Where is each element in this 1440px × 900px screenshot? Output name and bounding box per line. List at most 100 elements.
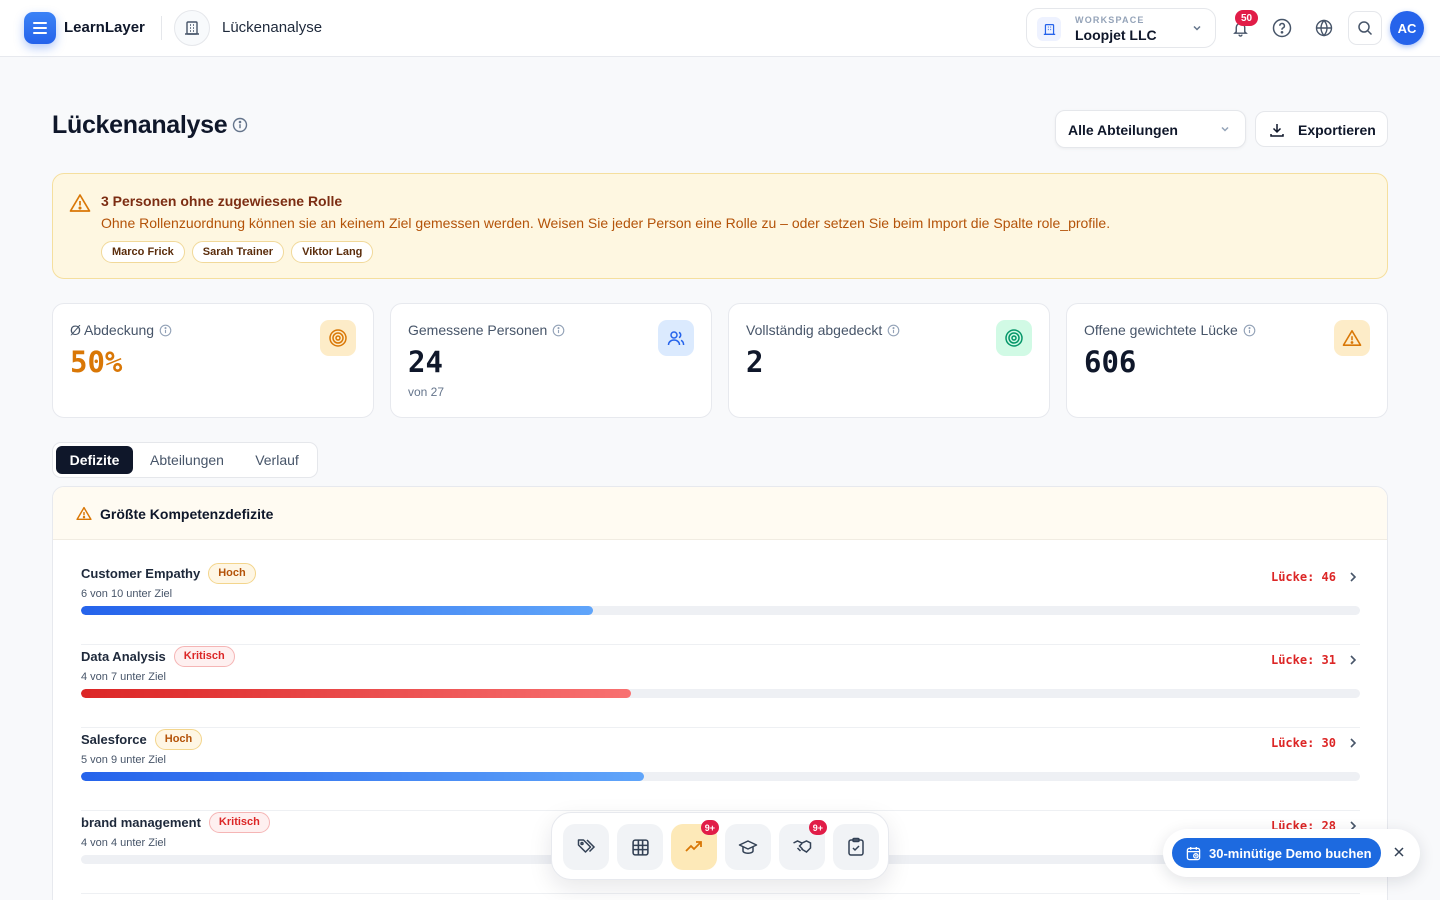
deficit-row[interactable]: Customer Empathy Hoch 6 von 10 unter Ziel… <box>81 562 1360 645</box>
stat-label: Offene gewichtete Lücke <box>1084 322 1238 338</box>
download-icon <box>1270 124 1284 137</box>
info-icon[interactable] <box>159 324 172 337</box>
notification-badge: 50 <box>1235 10 1258 26</box>
export-button[interactable]: Exportieren <box>1255 111 1388 147</box>
target-icon <box>320 320 356 356</box>
gap-value: Lücke: 30 <box>1270 736 1336 750</box>
search-button[interactable] <box>1348 11 1382 45</box>
severity-badge: Kritisch <box>173 645 235 667</box>
department-filter[interactable]: Alle Abteilungen <box>1055 110 1246 148</box>
stat-value: 24 <box>408 345 443 379</box>
deficit-row[interactable]: Salesforce Hoch 5 von 9 unter Ziel Lücke:… <box>81 728 1360 811</box>
coverage-bar-fill <box>81 689 631 698</box>
dock-badge: 9+ <box>700 820 719 835</box>
search-icon <box>1358 21 1373 36</box>
stat-card-measured: Gemessene Personen 24 von 27 <box>390 303 712 418</box>
skill-name: Customer Empathy <box>81 565 201 581</box>
globe-icon[interactable] <box>1310 14 1338 42</box>
export-label: Exportieren <box>1298 122 1376 138</box>
severity-badge: Hoch <box>154 728 203 750</box>
info-icon[interactable] <box>887 324 900 337</box>
stat-value: 606 <box>1084 345 1137 379</box>
severity-badge: Hoch <box>208 562 256 584</box>
chevron-right-icon <box>1350 738 1357 748</box>
workspace-name: Loopjet LLC <box>1075 27 1157 43</box>
dock-tasks-button[interactable] <box>833 824 879 870</box>
help-icon[interactable] <box>1268 14 1296 42</box>
dock-tags-button[interactable] <box>563 824 609 870</box>
info-icon[interactable] <box>1243 324 1256 337</box>
warning-icon <box>69 194 91 212</box>
book-demo-button[interactable]: 30-minütige Demo buchen <box>1172 838 1381 868</box>
building-icon <box>1037 17 1061 41</box>
stat-sub: von 27 <box>408 385 445 399</box>
stat-label: Vollständig abgedeckt <box>746 322 883 338</box>
chevron-down-icon <box>1221 126 1229 132</box>
department-filter-label: Alle Abteilungen <box>1068 122 1178 138</box>
chevron-right-icon <box>1350 655 1357 665</box>
deficit-row[interactable]: Data Analysis Kritisch 4 von 7 unter Ziel… <box>81 645 1360 728</box>
stat-card-fully-covered: Vollständig abgedeckt 2 <box>728 303 1050 418</box>
stat-card-coverage: Ø Abdeckung 50% <box>52 303 374 418</box>
divider <box>161 16 162 40</box>
workspace-kicker: WORKSPACE <box>1075 15 1145 25</box>
gap-value: Lücke: 31 <box>1270 653 1336 667</box>
stat-label: Ø Abdeckung <box>70 322 155 338</box>
stat-label: Gemessene Personen <box>408 322 548 338</box>
demo-cta: 30-minütige Demo buchen <box>1163 829 1420 877</box>
page-title: Lückenanalyse <box>52 111 228 139</box>
tags-icon <box>577 839 596 853</box>
stat-card-open-gap: Offene gewichtete Lücke 606 <box>1066 303 1388 418</box>
below-target-count: 5 von 9 unter Ziel <box>81 754 166 766</box>
panel-header: Größte Kompetenzdefizite <box>53 487 1387 540</box>
coverage-bar <box>81 606 1360 615</box>
dock-grid-button[interactable] <box>617 824 663 870</box>
coverage-bar <box>81 689 1360 698</box>
info-icon[interactable] <box>232 117 248 133</box>
view-tabs: Defizite Abteilungen Verlauf <box>52 442 318 478</box>
below-target-count: 4 von 4 unter Ziel <box>81 837 166 849</box>
coverage-bar <box>81 772 1360 781</box>
top-bar: LearnLayer Lückenanalyse WORKSPACE Loopj… <box>0 0 1440 57</box>
chevron-right-icon <box>1350 572 1357 582</box>
brand-name[interactable]: LearnLayer <box>64 19 145 36</box>
grid-icon <box>631 838 649 856</box>
dock-handshake-button[interactable]: 9+ <box>779 820 827 870</box>
person-chips: Marco Frick Sarah Trainer Viktor Lang <box>101 241 374 263</box>
warning-icon <box>1334 320 1370 356</box>
coverage-bar-fill <box>81 772 644 781</box>
dock-trends-button[interactable]: 9+ <box>671 820 719 870</box>
severity-badge: Kritisch <box>208 811 270 833</box>
book-demo-label: 30-minütige Demo buchen <box>1209 845 1372 861</box>
users-icon <box>658 320 694 356</box>
avatar[interactable]: AC <box>1390 11 1424 45</box>
warning-icon <box>76 506 92 521</box>
bottom-dock: 9+ 9+ <box>551 812 889 880</box>
menu-icon[interactable] <box>24 12 56 44</box>
panel-title: Größte Kompetenzdefizite <box>100 506 274 522</box>
dock-learning-button[interactable] <box>725 824 771 870</box>
graduation-cap-icon <box>738 840 758 854</box>
trending-up-icon <box>685 841 702 852</box>
person-chip[interactable]: Sarah Trainer <box>191 241 285 263</box>
target-icon <box>996 320 1032 356</box>
breadcrumb: Lückenanalyse <box>222 19 323 36</box>
coverage-bar-fill <box>81 606 593 615</box>
handshake-icon <box>793 840 812 853</box>
close-icon[interactable] <box>1391 844 1407 860</box>
below-target-count: 4 von 7 unter Ziel <box>81 671 166 683</box>
stat-value: 50% <box>70 345 123 379</box>
tab-abteilungen[interactable]: Abteilungen <box>137 446 237 474</box>
below-target-count: 6 von 10 unter Ziel <box>81 588 173 600</box>
building-icon <box>174 10 210 46</box>
person-chip[interactable]: Viktor Lang <box>291 241 374 263</box>
unassigned-role-alert: 3 Personen ohne zugewiesene Rolle Ohne R… <box>52 173 1388 279</box>
tab-verlauf[interactable]: Verlauf <box>241 446 313 474</box>
info-icon[interactable] <box>552 324 565 337</box>
tab-defizite[interactable]: Defizite <box>56 446 133 474</box>
person-chip[interactable]: Marco Frick <box>101 241 185 263</box>
clipboard-check-icon <box>848 837 864 856</box>
chevron-down-icon <box>1193 25 1201 31</box>
dock-badge: 9+ <box>808 820 827 835</box>
workspace-switcher[interactable]: WORKSPACE Loopjet LLC <box>1026 8 1216 48</box>
